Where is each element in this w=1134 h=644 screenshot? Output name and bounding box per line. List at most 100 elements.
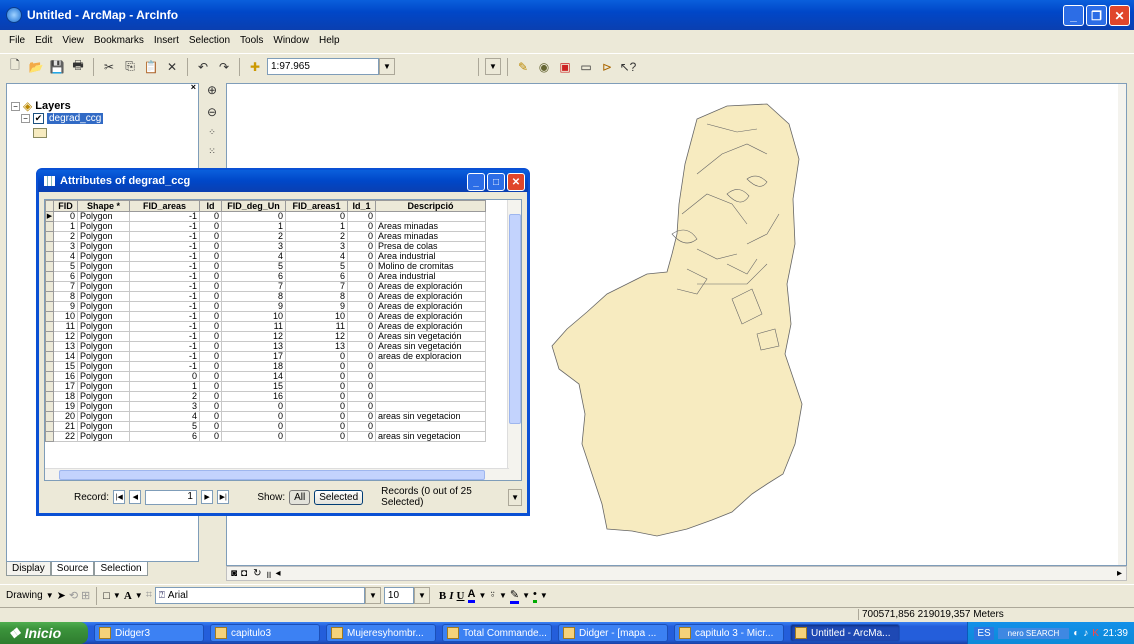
table-cell[interactable]: -1 (129, 331, 200, 342)
select-elements-icon[interactable]: ➤ (57, 589, 66, 602)
dropdown-arrow-icon[interactable]: ▼ (499, 591, 507, 600)
table-cell[interactable]: Area industrial (375, 271, 486, 282)
table-cell[interactable]: Polygon (77, 211, 130, 222)
row-selector[interactable] (45, 271, 54, 282)
table-row[interactable]: 20 Polygon 4 0 0 0 0 areas sin vegetacion (45, 411, 486, 422)
table-cell[interactable]: 8 (285, 291, 348, 302)
add-data-icon[interactable]: ✚ (246, 58, 264, 76)
menu-file[interactable]: File (4, 34, 30, 52)
table-cell[interactable]: Areas minadas (375, 221, 486, 232)
menu-help[interactable]: Help (314, 34, 345, 52)
table-cell[interactable]: Polygon (77, 431, 130, 442)
table-cell[interactable]: 2 (285, 231, 348, 242)
table-cell[interactable]: 0 (347, 241, 376, 252)
table-cell[interactable]: 11 (53, 321, 78, 332)
menu-tools[interactable]: Tools (235, 34, 268, 52)
table-cell[interactable]: 0 (347, 221, 376, 232)
menu-selection[interactable]: Selection (184, 34, 235, 52)
table-cell[interactable]: 0 (347, 321, 376, 332)
table-cell[interactable]: 17 (53, 381, 78, 392)
table-row[interactable]: 2 Polygon -1 0 2 2 0 Areas minadas (45, 231, 486, 242)
table-cell[interactable] (375, 371, 486, 382)
table-cell[interactable]: 0 (199, 301, 222, 312)
table-row[interactable]: 6 Polygon -1 0 6 6 0 Area industrial (45, 271, 486, 282)
table-cell[interactable]: 0 (199, 431, 222, 442)
table-cell[interactable]: 0 (199, 271, 222, 282)
show-all-button[interactable]: All (289, 489, 311, 505)
column-header[interactable]: Id_1 (347, 200, 376, 212)
table-cell[interactable]: -1 (129, 361, 200, 372)
table-cell[interactable]: 1 (221, 221, 286, 232)
last-record-icon[interactable]: ▶| (217, 490, 230, 504)
table-cell[interactable]: 3 (221, 241, 286, 252)
collapse-icon[interactable]: − (11, 101, 20, 111)
table-cell[interactable]: 0 (347, 361, 376, 372)
font-color-icon[interactable]: A (467, 588, 476, 603)
scrollbar-thumb[interactable] (509, 214, 521, 424)
table-row[interactable]: 21 Polygon 5 0 0 0 0 (45, 421, 486, 432)
table-row[interactable]: 13 Polygon -1 0 13 13 0 Areas sin vegetación (45, 341, 486, 352)
table-cell[interactable]: 0 (285, 211, 348, 222)
row-selector[interactable] (45, 421, 54, 432)
row-selector[interactable] (45, 381, 54, 392)
table-cell[interactable]: 0 (285, 411, 348, 422)
attributes-title-bar[interactable]: Attributes of degrad_ccg _ □ ✕ (38, 170, 528, 192)
table-row[interactable]: 8 Polygon -1 0 8 8 0 Areas de exploración (45, 291, 486, 302)
map-horizontal-scrollbar[interactable]: ◙ ◘ ↻ ॥ ◂ ▸ (226, 566, 1127, 581)
table-cell[interactable]: 0 (285, 431, 348, 442)
paste-icon[interactable]: 📋 (142, 58, 160, 76)
table-cell[interactable]: 3 (53, 241, 78, 252)
table-cell[interactable]: 0 (285, 351, 348, 362)
previous-record-icon[interactable]: ◀ (129, 490, 142, 504)
column-header[interactable]: Shape * (77, 200, 130, 212)
layer-visibility-checkbox[interactable]: ✔ (33, 113, 44, 124)
taskbar-button[interactable]: Didger3 (94, 624, 204, 642)
open-folder-icon[interactable]: 📂 (27, 58, 45, 76)
table-cell[interactable]: 5 (221, 261, 286, 272)
dropdown-arrow-icon[interactable]: ▼ (113, 591, 121, 600)
close-button[interactable]: ✕ (1109, 5, 1130, 26)
font-size-dropdown-icon[interactable]: ▼ (413, 587, 430, 604)
new-text-icon[interactable]: A (124, 590, 132, 602)
language-indicator[interactable]: ES (974, 626, 994, 640)
taskbar-button[interactable]: Untitled - ArcMa... (790, 624, 900, 642)
table-cell[interactable] (375, 211, 486, 222)
marker-color-icon[interactable]: • (533, 588, 537, 603)
table-cell[interactable]: 8 (53, 291, 78, 302)
table-cell[interactable]: areas de exploracion (375, 351, 486, 362)
table-cell[interactable]: 0 (221, 411, 286, 422)
table-cell[interactable]: 0 (347, 431, 376, 442)
table-row[interactable]: 17 Polygon 1 0 15 0 0 (45, 381, 486, 392)
table-cell[interactable]: 0 (347, 291, 376, 302)
table-cell[interactable]: 10 (285, 311, 348, 322)
table-cell[interactable]: 12 (285, 331, 348, 342)
table-cell[interactable]: 18 (53, 391, 78, 402)
row-selector[interactable] (45, 361, 54, 372)
row-selector[interactable] (45, 401, 54, 412)
table-cell[interactable]: 8 (221, 291, 286, 302)
table-cell[interactable]: 11 (285, 321, 348, 332)
table-cell[interactable]: Polygon (77, 261, 130, 272)
table-cell[interactable]: 9 (53, 301, 78, 312)
table-cell[interactable]: 4 (53, 251, 78, 262)
taskbar-button[interactable]: Didger - [mapa ... (558, 624, 668, 642)
row-selector[interactable] (45, 321, 54, 332)
table-cell[interactable]: -1 (129, 351, 200, 362)
table-cell[interactable]: 0 (199, 341, 222, 352)
table-cell[interactable]: 0 (347, 381, 376, 392)
table-cell[interactable]: 13 (285, 341, 348, 352)
scrollbar-thumb[interactable] (59, 470, 485, 480)
attribute-table[interactable]: FID Shape * FID_areas Id FID_deg_Un FID_… (44, 199, 522, 481)
map-vertical-scrollbar[interactable] (1118, 84, 1126, 565)
undo-icon[interactable]: ↶ (194, 58, 212, 76)
table-cell[interactable]: 0 (199, 391, 222, 402)
table-cell[interactable]: 0 (347, 271, 376, 282)
table-cell[interactable]: 0 (199, 231, 222, 242)
show-selected-button[interactable]: Selected (314, 489, 364, 505)
table-cell[interactable]: Polygon (77, 371, 130, 382)
table-cell[interactable] (375, 381, 486, 392)
table-cell[interactable]: 0 (347, 251, 376, 262)
next-record-icon[interactable]: ▶ (200, 490, 214, 504)
table-cell[interactable]: 15 (53, 361, 78, 372)
menu-edit[interactable]: Edit (30, 34, 57, 52)
